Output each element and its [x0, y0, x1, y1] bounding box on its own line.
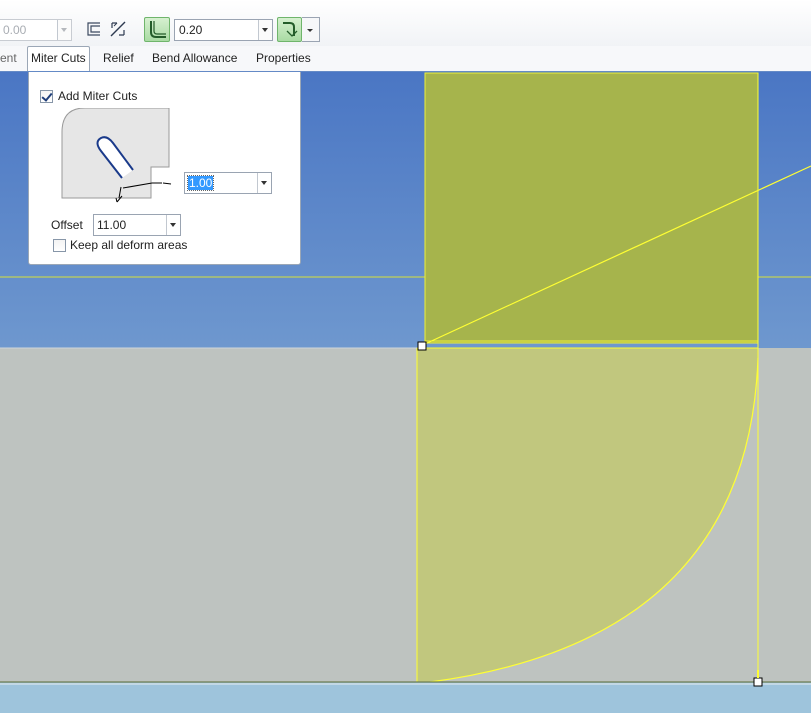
- chevron-down-icon: [57, 20, 71, 40]
- miter-cuts-panel: Add Miter Cuts 1.00 Offset 11.00 Keep al…: [28, 72, 301, 265]
- bend-side-icon: [283, 22, 298, 37]
- tab-bar: ent Miter Cuts Relief Bend Allowance Pro…: [0, 46, 811, 71]
- bend-radius-toggle[interactable]: [144, 17, 170, 42]
- edge-bend-icon: [87, 22, 100, 36]
- bend-side-toggle[interactable]: [277, 17, 302, 42]
- wall-face: [425, 73, 758, 343]
- viewport-lower-band: [0, 683, 811, 713]
- add-miter-cuts-label[interactable]: Add Miter Cuts: [58, 89, 137, 103]
- flip-direction-icon: [110, 21, 126, 37]
- tab-bend-allowance[interactable]: Bend Allowance: [152, 46, 237, 70]
- chevron-down-icon[interactable]: [166, 215, 180, 235]
- drag-handle-end[interactable]: [753, 677, 763, 687]
- offset-value[interactable]: 11.00: [94, 218, 166, 232]
- miter-width-wrap: 1.00: [185, 175, 257, 191]
- miter-width-combo[interactable]: 1.00: [184, 172, 272, 194]
- thickness-value: 0.20: [179, 23, 203, 37]
- miter-cut-diagram-icon: [61, 108, 172, 203]
- edge-type-button[interactable]: [85, 20, 103, 38]
- drag-handle-start[interactable]: [417, 341, 427, 351]
- tab-miter-cuts[interactable]: Miter Cuts: [27, 46, 90, 71]
- thickness-combo[interactable]: 0.20: [174, 19, 273, 41]
- keep-deform-areas-label[interactable]: Keep all deform areas: [70, 238, 187, 252]
- keep-deform-areas-checkbox[interactable]: [53, 239, 66, 252]
- chevron-down-icon[interactable]: [258, 20, 272, 40]
- toolbar: 0.00 0.20: [0, 0, 811, 46]
- chevron-down-icon: [307, 29, 313, 32]
- tab-relief[interactable]: Relief: [103, 46, 134, 70]
- miter-width-value[interactable]: 1.00: [186, 175, 215, 191]
- add-miter-cuts-checkbox[interactable]: [40, 90, 53, 103]
- flip-direction-button[interactable]: [108, 19, 128, 39]
- chevron-down-icon[interactable]: [257, 173, 271, 193]
- bend-side-dropdown[interactable]: [302, 17, 320, 42]
- tab-properties[interactable]: Properties: [256, 46, 311, 70]
- bend-radius-icon: [150, 21, 166, 38]
- offset-label: Offset: [51, 218, 83, 232]
- tab-placement[interactable]: ent: [0, 46, 17, 70]
- offset-combo[interactable]: 11.00: [93, 214, 181, 236]
- disabled-value-combo: 0.00: [0, 19, 72, 41]
- disabled-value-text: 0.00: [3, 23, 27, 37]
